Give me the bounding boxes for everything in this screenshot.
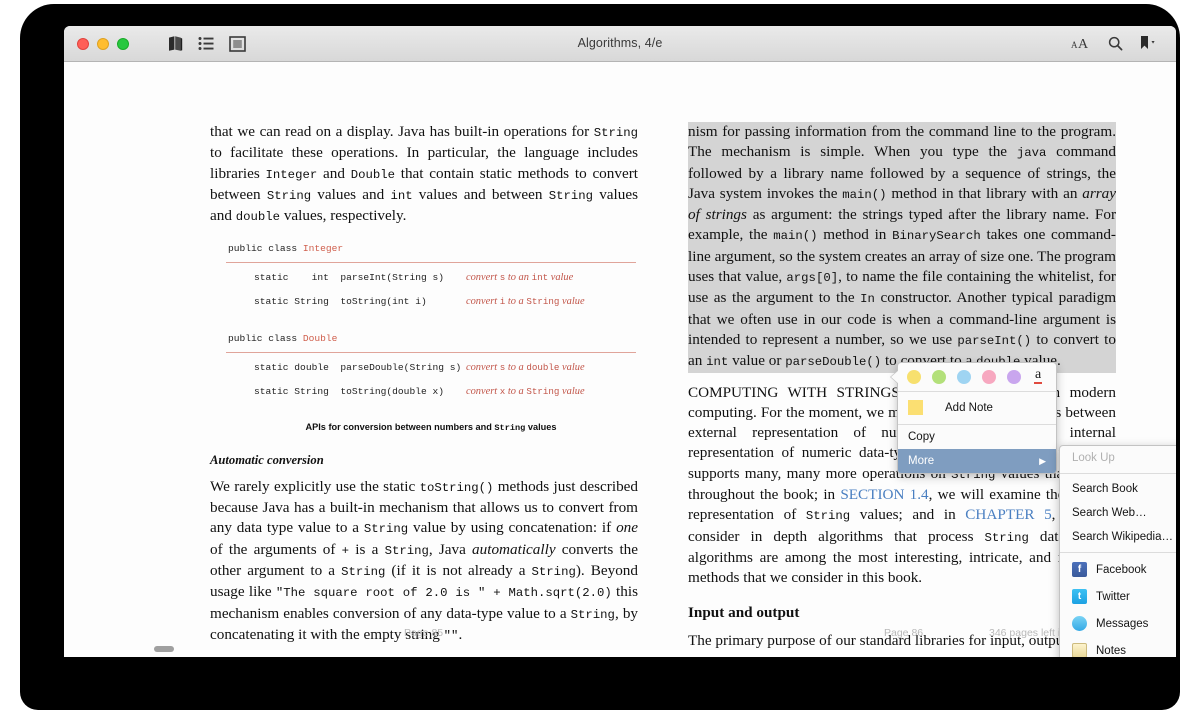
api-class-name: Double	[302, 333, 338, 345]
font-size-icon[interactable]: A A	[1071, 35, 1092, 56]
submenu-item-search-book[interactable]: Search Book	[1060, 477, 1176, 501]
api-method-note: convert s to a double value	[466, 361, 585, 373]
submenu-item-messages[interactable]: Messages	[1060, 610, 1176, 637]
underline-style-icon[interactable]: a	[1034, 368, 1043, 384]
context-menu-pointer	[891, 370, 899, 384]
search-icon[interactable]	[1108, 36, 1123, 56]
api-class-header: public class Integer	[226, 237, 636, 263]
note-color-chip	[908, 400, 923, 415]
highlight-context-menu[interactable]: a Add Note Copy More ▶	[897, 362, 1057, 474]
highlight-pink-swatch[interactable]	[982, 369, 996, 384]
twitter-icon: t	[1072, 589, 1087, 604]
page-column-left: that we can read on a display. Java has …	[210, 122, 638, 657]
api-method-signature: static double parseDouble(String s)	[254, 361, 462, 373]
submenu-item-search-web[interactable]: Search Web…	[1060, 501, 1176, 525]
contents-list-icon[interactable]	[198, 36, 215, 56]
messages-icon	[1072, 616, 1087, 631]
submenu-item-label: Search Book	[1072, 483, 1138, 495]
book-page-area: that we can read on a display. Java has …	[64, 62, 1176, 657]
single-page-view-icon[interactable]	[229, 35, 246, 57]
menu-separator	[1060, 552, 1176, 553]
api-figure-caption: APIs for conversion between numbers and …	[226, 417, 636, 438]
menu-item-label: Add Note	[945, 401, 993, 414]
app-window: Algorithms, 4/e A A that we can read on …	[64, 26, 1176, 657]
submenu-item-notes[interactable]: Notes	[1060, 637, 1176, 657]
page-scrubber-handle[interactable]	[154, 646, 174, 652]
close-button[interactable]	[77, 38, 89, 50]
bookmark-icon[interactable]	[1139, 35, 1158, 56]
minimize-button[interactable]	[97, 38, 109, 50]
page-number-right: Page 86	[884, 627, 924, 639]
caption-pre: APIs for conversion between numbers and	[305, 422, 495, 433]
api-blocks: public class Integer static int parseInt(…	[226, 237, 636, 404]
more-submenu[interactable]: Look Up Search Book Search Web… Search Wiki…	[1059, 445, 1176, 657]
window-toolbar: Algorithms, 4/e A A	[64, 26, 1176, 62]
heading-automatic-conversion: Automatic conversion	[210, 452, 324, 467]
submenu-item-twitter[interactable]: t Twitter	[1060, 583, 1176, 610]
highlight-yellow-swatch[interactable]	[907, 369, 921, 384]
api-class-header: public class Double	[226, 327, 636, 353]
zoom-button[interactable]	[117, 38, 129, 50]
submenu-item-label: Search Web…	[1072, 507, 1147, 519]
api-method-row: static String toString(int i) convert i t…	[226, 290, 636, 314]
menu-item-label: Copy	[908, 431, 935, 443]
highlight-green-swatch[interactable]	[932, 369, 946, 384]
api-method-note: convert i to a String value	[466, 296, 585, 308]
caption-code: String	[494, 423, 526, 434]
caption-post: values	[525, 422, 557, 433]
submenu-item-look-up: Look Up	[1060, 446, 1176, 470]
device-bezel: Algorithms, 4/e A A that we can read on …	[20, 4, 1180, 710]
paragraph: that we can read on a display. Java has …	[210, 123, 639, 225]
selected-paragraph[interactable]: nism for passing information from the co…	[688, 122, 1116, 373]
submenu-arrow-icon: ▶	[1039, 455, 1046, 466]
heading-input-and-output: Input and output	[688, 603, 800, 621]
api-class-name: Integer	[302, 243, 344, 255]
menu-item-copy[interactable]: Copy	[898, 425, 1056, 449]
library-icon[interactable]	[167, 35, 184, 57]
svg-text:A: A	[1071, 40, 1078, 50]
page-footer: Page 85 Page 86 346 pages left in this c…	[64, 627, 1176, 643]
page-number-left: Page 85	[404, 627, 444, 639]
facebook-icon: f	[1072, 562, 1087, 577]
api-method-note: convert x to a String value	[466, 385, 585, 397]
toolbar-right-group: A A	[1071, 35, 1158, 56]
submenu-item-label: Messages	[1096, 617, 1149, 630]
api-method-signature: static String toString(double x)	[254, 385, 444, 397]
submenu-item-label: Notes	[1096, 644, 1127, 657]
api-figure: public class Integer static int parseInt(…	[226, 237, 636, 438]
submenu-item-label: Facebook	[1096, 563, 1147, 576]
menu-item-more[interactable]: More ▶	[898, 449, 1056, 473]
svg-text:A: A	[1078, 37, 1089, 51]
api-method-signature: static int parseInt(String s)	[254, 271, 444, 283]
menu-separator	[1060, 473, 1176, 474]
highlight-blue-swatch[interactable]	[957, 369, 971, 384]
api-method-note: convert s to an int value	[466, 271, 574, 283]
traffic-lights	[77, 38, 129, 50]
submenu-item-label: Look Up	[1072, 452, 1115, 464]
highlight-color-row: a	[898, 363, 1056, 392]
api-method-row: static double parseDouble(String s) conve…	[226, 356, 636, 380]
submenu-item-label: Search Wikipedia…	[1072, 531, 1173, 543]
menu-item-label: More	[908, 455, 935, 467]
api-method-signature: static String toString(int i)	[254, 296, 427, 308]
submenu-item-facebook[interactable]: f Facebook	[1060, 556, 1176, 583]
api-method-row: static String toString(double x) convert …	[226, 380, 636, 404]
submenu-item-label: Twitter	[1096, 590, 1130, 603]
menu-item-add-note[interactable]: Add Note	[898, 392, 1056, 425]
paragraph: We rarely explicitly use the static toSt…	[210, 477, 639, 643]
notes-icon	[1072, 643, 1087, 657]
api-method-row: static int parseInt(String s) convert s t…	[226, 266, 636, 290]
toolbar-left-group	[167, 35, 246, 57]
highlight-purple-swatch[interactable]	[1007, 369, 1021, 384]
submenu-item-search-wikipedia[interactable]: Search Wikipedia…	[1060, 525, 1176, 549]
submenu-items: Look Up Search Book Search Web… Search Wiki…	[1060, 446, 1176, 657]
